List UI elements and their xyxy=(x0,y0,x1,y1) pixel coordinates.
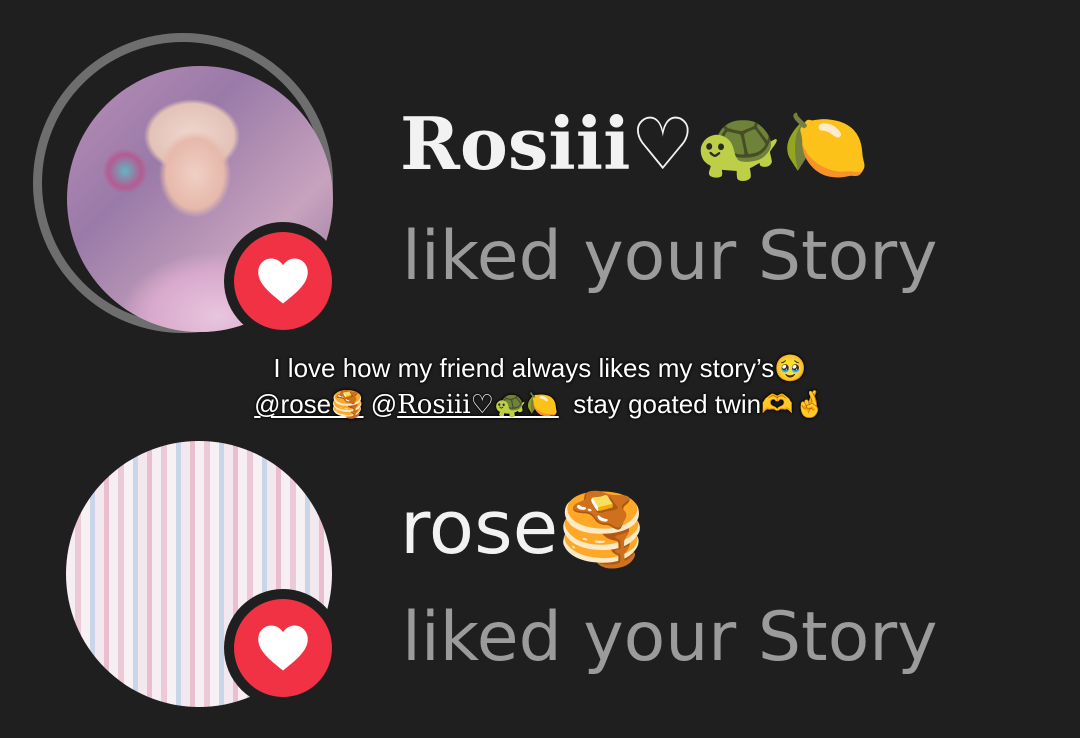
action-text: liked your Story xyxy=(402,598,938,677)
mention-rosiii[interactable]: @Rosiii♡🐢🍋 xyxy=(370,389,559,420)
action-text: liked your Story xyxy=(402,217,938,296)
username[interactable]: rose🥞 xyxy=(400,482,645,575)
caption-tail: stay goated twin🫶🤞 xyxy=(573,389,826,419)
screenshot-canvas: Rosiii♡🐢🍋 liked your Story I love how my… xyxy=(0,0,1080,738)
like-badge xyxy=(224,222,342,340)
like-badge xyxy=(224,589,342,707)
username-text: rose xyxy=(400,485,559,571)
mention-rosiii-name: Rosiii♡🐢🍋 xyxy=(397,390,559,420)
username-emoji: 🐢🍋 xyxy=(695,104,870,186)
mention-at-sign: @ xyxy=(370,389,398,419)
username-text: Rosiii♡ xyxy=(400,101,695,186)
heart-icon xyxy=(258,625,308,671)
heart-icon xyxy=(258,258,308,304)
username-emoji: 🥞 xyxy=(558,488,646,570)
video-caption: I love how my friend always likes my sto… xyxy=(0,350,1080,423)
username[interactable]: Rosiii♡🐢🍋 xyxy=(400,98,869,191)
like-notification-rosiii[interactable]: Rosiii♡🐢🍋 liked your Story xyxy=(0,0,1080,360)
heart-badge-circle xyxy=(234,599,332,697)
mention-rose[interactable]: @rose🥞 xyxy=(254,389,363,419)
caption-line-2: @rose🥞 @Rosiii♡🐢🍋 stay goated twin🫶🤞 xyxy=(0,386,1080,423)
heart-badge-circle xyxy=(234,232,332,330)
caption-line-1: I love how my friend always likes my sto… xyxy=(273,353,807,383)
like-notification-rose[interactable]: rose🥞 liked your Story xyxy=(0,430,1080,730)
